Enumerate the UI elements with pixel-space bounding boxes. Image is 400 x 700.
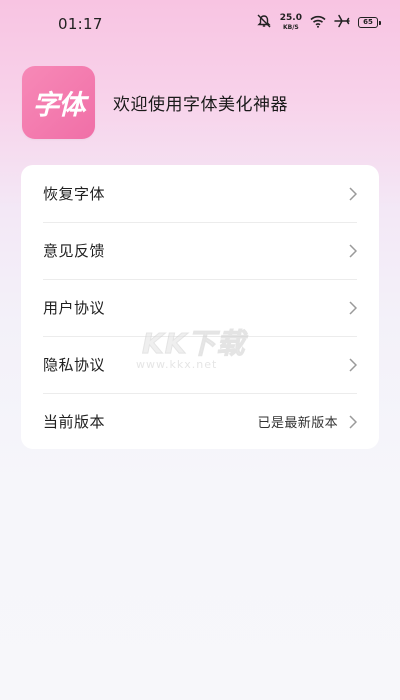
menu-item-user-agreement[interactable]: 用户协议 [21,279,379,336]
network-speed: 25.0 KB/S [279,12,302,32]
menu-item-current-version[interactable]: 当前版本 已是最新版本 [21,393,379,449]
menu-item-label: 当前版本 [43,413,106,431]
chevron-right-icon [348,300,358,316]
menu-item-label: 隐私协议 [43,356,106,374]
menu-item-restore-font[interactable]: 恢复字体 [21,165,379,222]
status-bar: 01:17 25.0 KB/S 65 [0,0,400,48]
settings-card: 恢复字体 意见反馈 用户协议 隐私协议 当前版本 已是最新版本 [21,165,379,449]
wifi-icon [310,13,326,32]
speed-unit: KB/S [283,23,299,31]
mute-icon [256,13,272,32]
chevron-right-icon [348,243,358,259]
menu-item-privacy-policy[interactable]: 隐私协议 [21,336,379,393]
menu-item-feedback[interactable]: 意见反馈 [21,222,379,279]
status-icons: 25.0 KB/S 65 [256,12,381,32]
chevron-right-icon [348,357,358,373]
menu-item-label: 意见反馈 [43,242,106,260]
airplane-icon [334,13,350,32]
speed-value: 25.0 [279,12,302,23]
menu-item-label: 恢复字体 [43,185,106,203]
version-status: 已是最新版本 [257,416,338,431]
chevron-right-icon [348,414,358,430]
app-header: 字体 欢迎使用字体美化神器 [22,66,288,139]
chevron-right-icon [348,186,358,202]
menu-item-label: 用户协议 [43,299,106,317]
welcome-text: 欢迎使用字体美化神器 [113,95,288,115]
app-logo: 字体 [22,66,95,139]
battery-icon: 65 [358,17,381,28]
status-time: 01:17 [58,15,103,33]
